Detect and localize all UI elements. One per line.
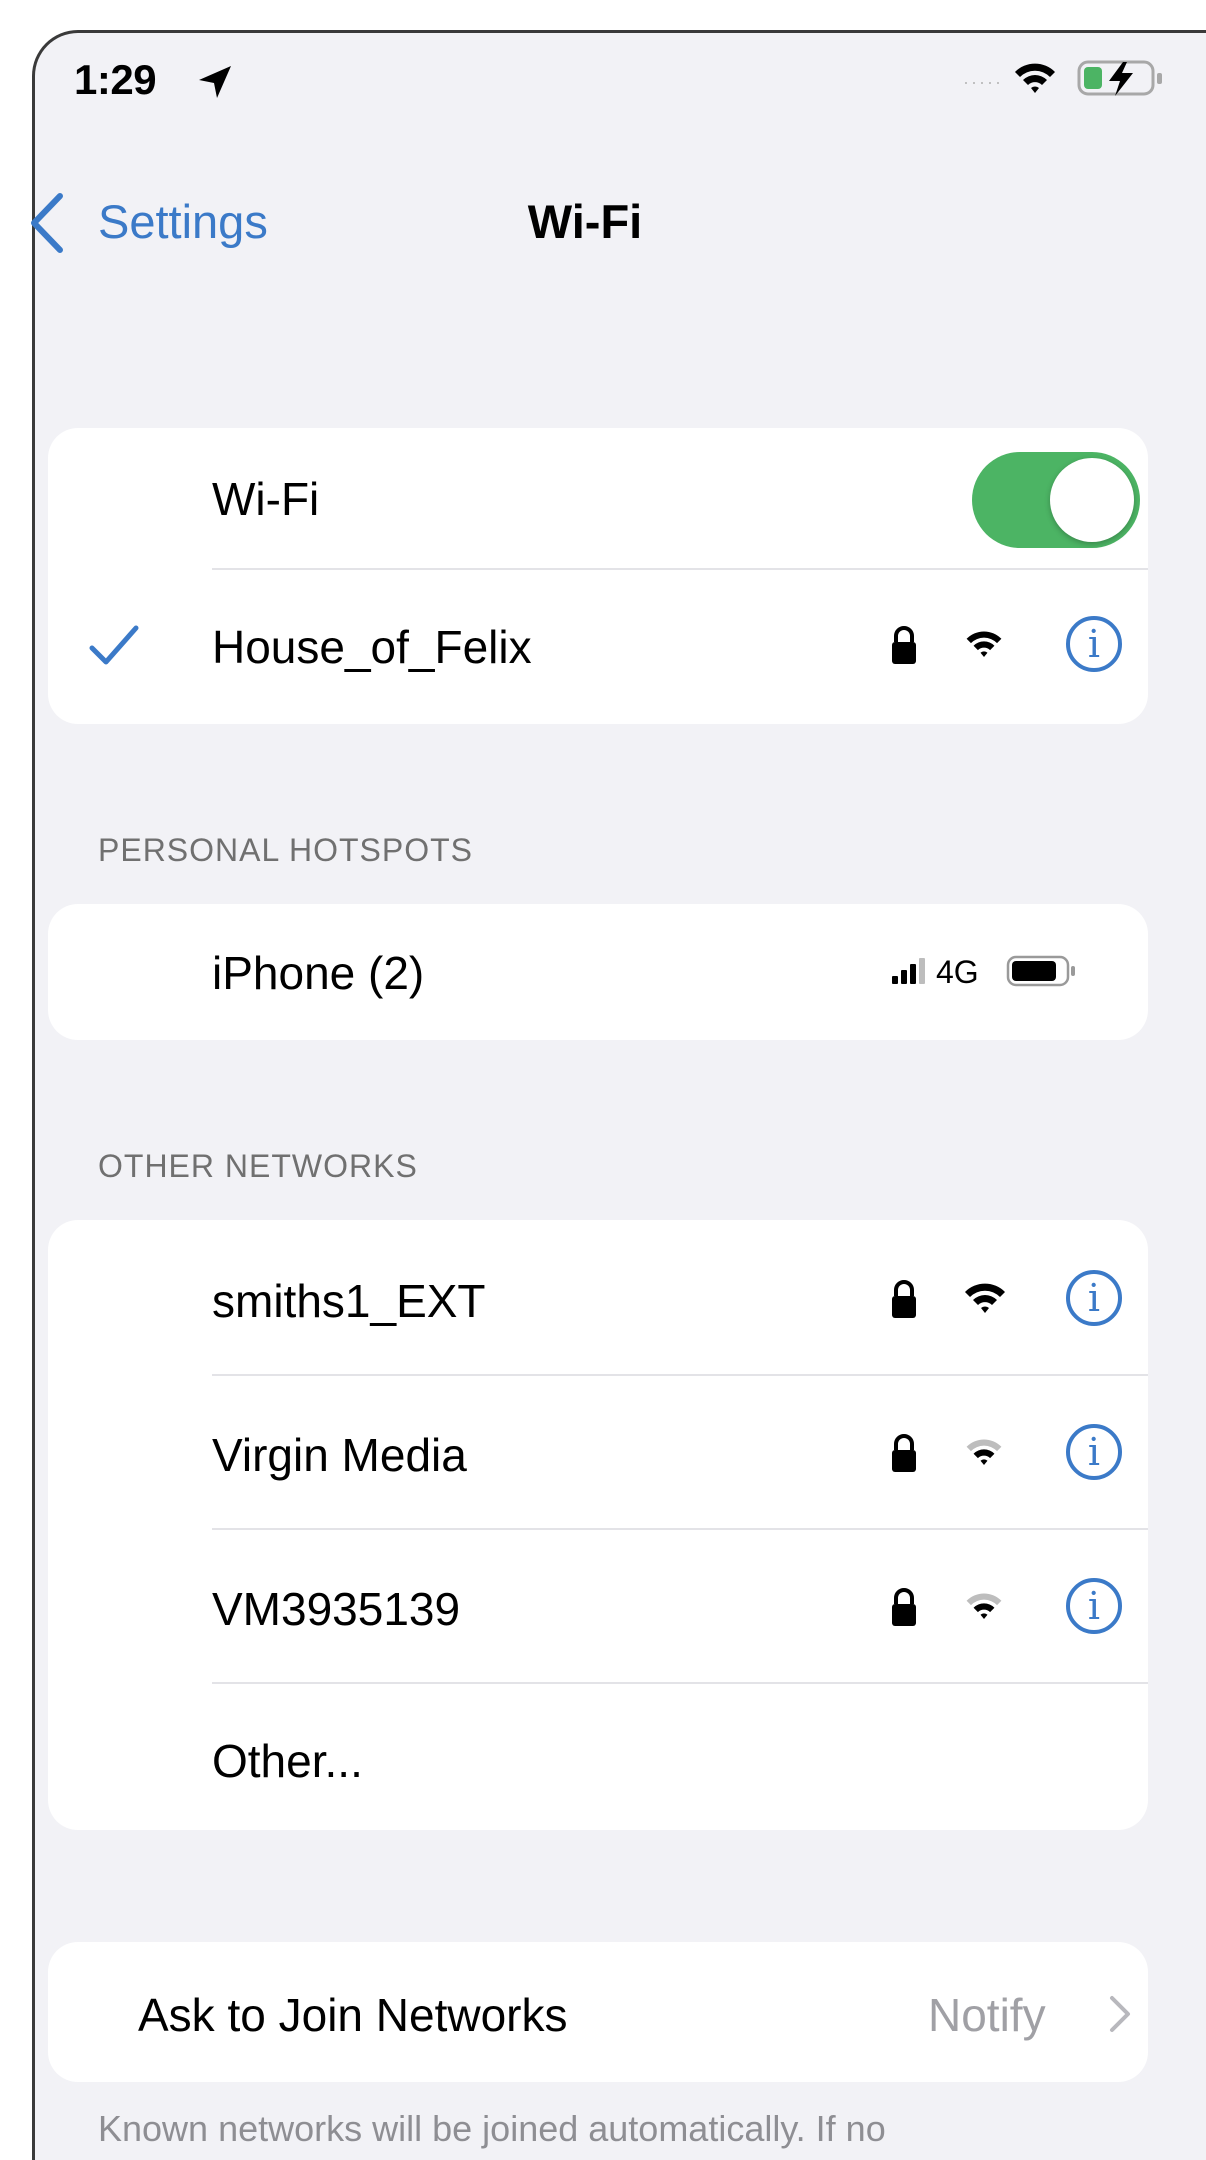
network-name: Virgin Media [212, 1429, 467, 1481]
battery-icon [1006, 955, 1075, 987]
wifi-signal-icon [966, 1439, 1002, 1466]
cellular-signal-icon [892, 958, 925, 984]
network-name: smiths1_EXT [212, 1275, 486, 1327]
section-header-personal-hotspots: PERSONAL HOTSPOTS [98, 832, 473, 868]
chevron-right-icon [1110, 1996, 1130, 2032]
page-title: Wi-Fi [527, 195, 643, 248]
section-header-other-networks: OTHER NETWORKS [98, 1148, 418, 1184]
checkmark-icon [89, 625, 139, 665]
divider [212, 568, 1148, 570]
divider [212, 1374, 1148, 1376]
info-icon[interactable]: i [1066, 616, 1122, 672]
info-icon[interactable]: i [1066, 1578, 1122, 1634]
hotspot-name: iPhone (2) [212, 947, 425, 999]
network-type: 4G [936, 954, 979, 990]
divider [212, 1682, 1148, 1684]
status-time: 1:29 [74, 56, 157, 103]
toggle-knob [1050, 458, 1134, 542]
signal-dots: ····· [963, 72, 1003, 92]
wifi-toggle-label: Wi-Fi [212, 473, 320, 525]
personal-hotspots-card: iPhone (2) 4G [48, 904, 1148, 1040]
wifi-signal-icon [966, 631, 1002, 658]
network-name: VM3935139 [212, 1583, 461, 1635]
ask-to-join-card[interactable]: Ask to Join Networks Notify [48, 1942, 1148, 2082]
wifi-signal-icon [966, 1593, 1002, 1620]
other-network-button[interactable]: Other... [212, 1734, 363, 1788]
wifi-card: Wi-Fi House_of_Felix i [48, 428, 1148, 724]
wifi-toggle[interactable] [972, 452, 1140, 548]
info-icon[interactable]: i [1066, 1424, 1122, 1480]
battery-charging-icon [1077, 60, 1162, 96]
other-networks-card: smiths1_EXT i Virgin Media i VM3935139 i… [48, 1220, 1148, 1830]
divider [212, 1528, 1148, 1530]
ask-to-join-value: Notify [928, 1989, 1046, 2041]
wifi-signal-icon [965, 1283, 1005, 1313]
wifi-icon [1015, 63, 1055, 93]
network-name: House_of_Felix [212, 621, 532, 673]
info-icon[interactable]: i [1066, 1270, 1122, 1326]
location-arrow-icon [199, 66, 231, 98]
lock-icon [892, 1280, 916, 1318]
footer-note: Known networks will be joined automatica… [98, 2108, 886, 2149]
lock-icon [892, 626, 916, 664]
lock-icon [892, 1434, 916, 1472]
lock-icon [892, 1588, 916, 1626]
ask-to-join-label: Ask to Join Networks [138, 1989, 568, 2041]
phone-screen [32, 30, 1206, 2160]
